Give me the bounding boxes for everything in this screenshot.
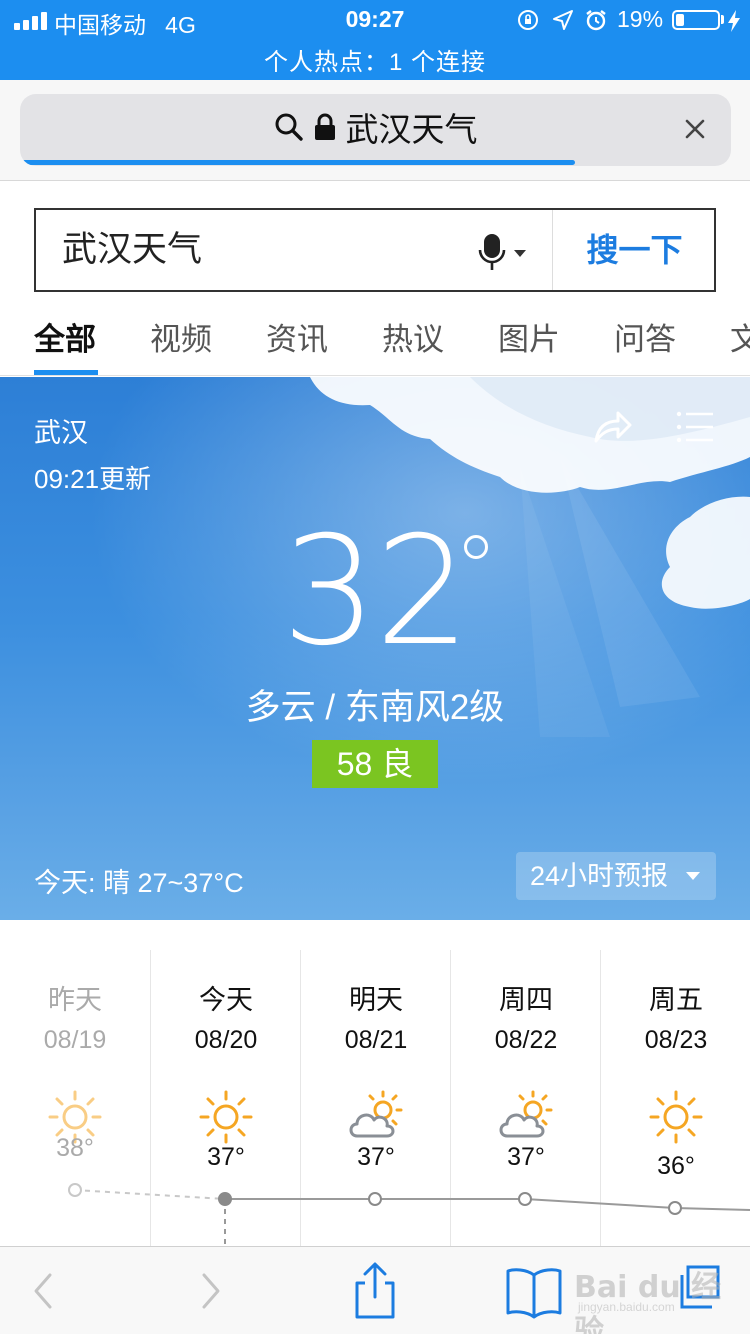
orientation-lock-icon (518, 10, 538, 30)
battery-percent: 19% (617, 6, 664, 32)
search-tabs: 全部 视频 资讯 热议 图片 问答 文 (0, 300, 750, 376)
trend-point (218, 1192, 232, 1206)
weather-card: 武汉 09:21更新 32 多云 / 东南风2级 58 良 今天: 晴 27~3… (0, 377, 750, 920)
air-quality-badge[interactable]: 58 良 (312, 740, 438, 788)
trend-point (668, 1201, 682, 1215)
tab-news[interactable]: 资讯 (266, 314, 328, 359)
past-trend-segment (74, 1189, 226, 1200)
share-icon[interactable] (345, 1261, 405, 1321)
status-bar: 中国移动 4G 09:27 19% 个人热点：1 个连接 (0, 0, 750, 80)
caret-down-icon (686, 872, 700, 880)
trend-point (368, 1192, 382, 1206)
chevron-down-icon (514, 250, 526, 257)
address-bar-area: 武汉天气 (0, 80, 750, 181)
watermark-subtext: jingyan.baidu.com (578, 1300, 675, 1314)
close-icon[interactable] (680, 114, 710, 144)
location-icon (553, 10, 573, 30)
search-icon (275, 113, 303, 141)
microphone-icon[interactable] (478, 232, 530, 272)
tab-discussion[interactable]: 热议 (382, 314, 444, 359)
weather-condition: 多云 / 东南风2级 (245, 688, 505, 727)
address-bar[interactable]: 武汉天气 (20, 94, 731, 166)
degree-symbol (464, 535, 488, 559)
hotspot-banner[interactable]: 个人热点：1 个连接 (0, 42, 750, 77)
tab-more[interactable]: 文 (730, 314, 750, 359)
forward-icon[interactable] (180, 1261, 240, 1321)
lock-icon (314, 113, 335, 140)
tab-images[interactable]: 图片 (498, 314, 560, 359)
hourly-forecast-label: 24小时预报 (530, 861, 669, 891)
trend-point (68, 1183, 82, 1197)
charging-icon (728, 10, 740, 32)
search-button[interactable]: 搜一下 (552, 210, 716, 290)
menu-icon[interactable] (676, 411, 714, 443)
trend-point (518, 1192, 532, 1206)
hourly-forecast-button[interactable]: 24小时预报 (516, 852, 716, 900)
battery-icon (672, 10, 720, 30)
watermark-text: Bai du 经验 (574, 1270, 722, 1334)
daily-forecast: 昨天 08/19 38° 今天 08/20 37° 明天 08/21 37° 周… (0, 920, 750, 1246)
update-time: 09:21更新 (34, 464, 152, 494)
tab-qa[interactable]: 问答 (614, 314, 676, 359)
tab-video[interactable]: 视频 (150, 314, 212, 359)
temperature-trend-line (68, 1183, 750, 1246)
back-icon[interactable] (14, 1261, 74, 1321)
current-temperature: 32 (281, 505, 471, 679)
alarm-icon (586, 10, 606, 31)
tab-all[interactable]: 全部 (34, 314, 96, 359)
search-input[interactable]: 武汉天气 (36, 210, 552, 290)
share-icon[interactable] (592, 407, 634, 445)
baidu-jingyan-watermark: Bai du 经验 jingyan.baidu.com (574, 1262, 744, 1334)
url-text: 武汉天气 (345, 111, 478, 148)
today-summary: 今天: 晴 27~37°C (34, 868, 244, 898)
page-load-progress (20, 160, 575, 165)
active-tab-indicator (34, 370, 98, 375)
search-box: 武汉天气 搜一下 (34, 208, 716, 292)
bookmarks-icon[interactable] (504, 1261, 564, 1321)
city-name[interactable]: 武汉 (34, 411, 88, 450)
